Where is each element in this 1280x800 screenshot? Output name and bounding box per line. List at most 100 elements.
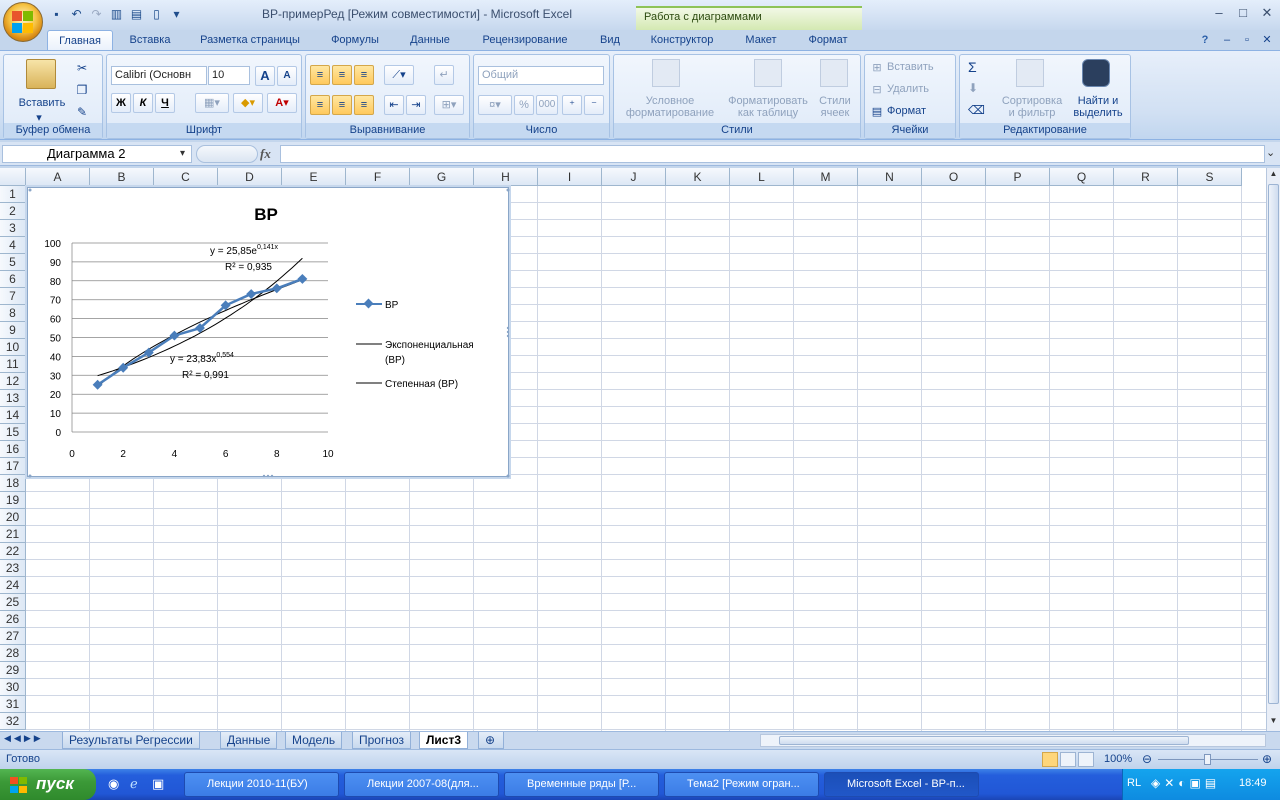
scroll-up-icon[interactable]: ▲	[1268, 169, 1279, 181]
cut-icon[interactable]: ✂	[74, 61, 90, 75]
page-layout-view-icon[interactable]	[1060, 752, 1076, 767]
bold-button[interactable]: Ж	[111, 93, 131, 113]
align-left-icon[interactable]: ≡	[310, 95, 330, 115]
conditional-format-button[interactable]: Условное форматирование	[616, 95, 724, 119]
row-header-31[interactable]: 31	[0, 696, 26, 713]
row-header-20[interactable]: 20	[0, 509, 26, 526]
column-header-B[interactable]: B	[90, 168, 154, 186]
font-name-select[interactable]: Calibri (Основн	[111, 66, 207, 85]
column-header-F[interactable]: F	[346, 168, 410, 186]
decrease-indent-icon[interactable]: ⇤	[384, 95, 404, 115]
column-header-R[interactable]: R	[1114, 168, 1178, 186]
column-header-P[interactable]: P	[986, 168, 1050, 186]
column-header-K[interactable]: K	[666, 168, 730, 186]
wrap-text-icon[interactable]: ↵	[434, 65, 454, 85]
sort-filter-icon[interactable]	[1016, 59, 1044, 87]
row-header-22[interactable]: 22	[0, 543, 26, 560]
align-middle-icon[interactable]: ≡	[332, 65, 352, 85]
insert-sheet-icon[interactable]: ⊕	[478, 732, 504, 749]
sort-filter-button[interactable]: Сортировка и фильтр	[994, 95, 1070, 119]
thousands-button[interactable]: 000	[536, 95, 558, 115]
row-header-30[interactable]: 30	[0, 679, 26, 696]
tab-home[interactable]: Главная	[47, 30, 113, 50]
tab-insert[interactable]: Вставка	[120, 30, 180, 50]
cell-styles-button[interactable]: Стили ячеек	[812, 95, 858, 119]
paste-icon[interactable]	[26, 59, 56, 89]
new-document-icon[interactable]: ▯	[148, 6, 165, 23]
row-header-16[interactable]: 16	[0, 441, 26, 458]
ribbon-restore-icon[interactable]: ▫	[1238, 30, 1256, 50]
row-header-18[interactable]: 18	[0, 475, 26, 492]
column-header-H[interactable]: H	[474, 168, 538, 186]
row-header-27[interactable]: 27	[0, 628, 26, 645]
close-button[interactable]: ✕	[1256, 4, 1278, 22]
customize-toolbar-icon[interactable]: ▾	[168, 6, 185, 23]
format-as-table-icon[interactable]	[754, 59, 782, 87]
row-header-29[interactable]: 29	[0, 662, 26, 679]
name-box[interactable]: Диаграмма 2	[2, 145, 192, 163]
chart-icon[interactable]: ▥	[108, 6, 125, 23]
tray-icons[interactable]: ◈✕◐▣▤	[1151, 776, 1220, 790]
normal-view-icon[interactable]	[1042, 752, 1058, 767]
column-header-I[interactable]: I	[538, 168, 602, 186]
formula-input[interactable]	[280, 145, 1265, 163]
column-header-E[interactable]: E	[282, 168, 346, 186]
undo-icon[interactable]: ↶	[68, 6, 85, 23]
orientation-icon[interactable]: ⟋▾	[384, 65, 414, 85]
format-cells-button[interactable]: Формат	[887, 105, 926, 117]
open-icon[interactable]: ▤	[128, 6, 145, 23]
task-lectures-2010[interactable]: Лекции 2010-11(БУ)	[184, 772, 339, 797]
zoom-in-icon[interactable]: ⊕	[1262, 752, 1272, 766]
italic-button[interactable]: К	[133, 93, 153, 113]
row-header-28[interactable]: 28	[0, 645, 26, 662]
zoom-slider-thumb[interactable]	[1204, 754, 1211, 765]
horizontal-scroll-thumb[interactable]	[779, 736, 1189, 745]
column-header-J[interactable]: J	[602, 168, 666, 186]
row-header-2[interactable]: 2	[0, 203, 26, 220]
row-header-10[interactable]: 10	[0, 339, 26, 356]
chart-object[interactable]: ВР 0 10 20 30 40 50 60 70 80 90 100 0 2 4 6 8 10 y = 25…	[27, 187, 510, 478]
language-indicator[interactable]: RL	[1127, 777, 1141, 789]
delete-cells-button[interactable]: Удалить	[887, 83, 929, 95]
row-header-21[interactable]: 21	[0, 526, 26, 543]
zoom-out-icon[interactable]: ⊖	[1142, 752, 1152, 766]
zoom-level[interactable]: 100%	[1104, 753, 1132, 765]
row-header-19[interactable]: 19	[0, 492, 26, 509]
maximize-button[interactable]: □	[1232, 4, 1254, 22]
page-break-view-icon[interactable]	[1078, 752, 1094, 767]
binoculars-icon[interactable]	[1082, 59, 1110, 87]
ie-icon[interactable]: ℯ	[130, 776, 138, 792]
column-header-L[interactable]: L	[730, 168, 794, 186]
row-header-9[interactable]: 9	[0, 322, 26, 339]
row-header-12[interactable]: 12	[0, 373, 26, 390]
row-header-17[interactable]: 17	[0, 458, 26, 475]
copy-icon[interactable]: ❐	[74, 83, 90, 97]
sheet-tab-forecast[interactable]: Прогноз	[352, 732, 412, 749]
sheet-tab-model[interactable]: Модель	[285, 732, 343, 749]
tab-format[interactable]: Формат	[798, 30, 858, 50]
office-button[interactable]	[3, 2, 43, 42]
tab-layout[interactable]: Макет	[735, 30, 787, 50]
task-excel[interactable]: Microsoft Excel - ВР-п...	[824, 772, 979, 797]
currency-icon[interactable]: ¤▾	[478, 95, 512, 115]
underline-button[interactable]: Ч	[155, 93, 175, 113]
redo-icon[interactable]: ↷	[88, 6, 105, 23]
row-header-15[interactable]: 15	[0, 424, 26, 441]
sheet-tab-data[interactable]: Данные	[220, 732, 278, 749]
column-header-D[interactable]: D	[218, 168, 282, 186]
column-header-N[interactable]: N	[858, 168, 922, 186]
fill-color-icon[interactable]: ◆▾	[233, 93, 263, 113]
cell-styles-icon[interactable]	[820, 59, 848, 87]
number-format-select[interactable]: Общий	[478, 66, 604, 85]
expand-formula-bar-icon[interactable]: ⌄	[1266, 146, 1275, 159]
task-tema2[interactable]: Тема2 [Режим огран...	[664, 772, 819, 797]
ribbon-close-icon[interactable]: ✕	[1258, 30, 1276, 50]
font-color-icon[interactable]: A▾	[267, 93, 297, 113]
column-header-M[interactable]: M	[794, 168, 858, 186]
paste-button[interactable]: Вставить	[10, 97, 74, 109]
task-lectures-2007[interactable]: Лекции 2007-08(для...	[344, 772, 499, 797]
align-center-icon[interactable]: ≡	[332, 95, 352, 115]
align-right-icon[interactable]: ≡	[354, 95, 374, 115]
tab-formulas[interactable]: Формулы	[322, 30, 388, 50]
decrease-decimal-icon[interactable]: ⁻	[584, 95, 604, 115]
